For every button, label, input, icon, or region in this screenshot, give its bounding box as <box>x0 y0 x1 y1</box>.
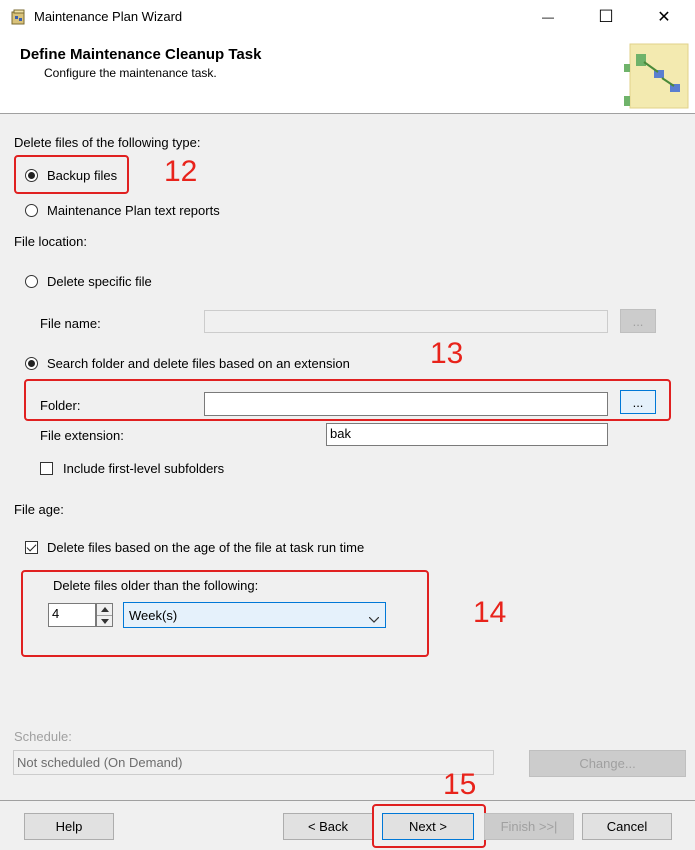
search-folder-label[interactable]: Search folder and delete files based on … <box>47 356 350 371</box>
schedule-value: Not scheduled (On Demand) <box>13 750 494 775</box>
file-name-browse-button[interactable]: ... <box>620 309 656 333</box>
file-name-input[interactable] <box>204 310 608 333</box>
back-button[interactable]: < Back <box>283 813 373 840</box>
file-name-label: File name: <box>40 316 101 331</box>
next-button[interactable]: Next > <box>382 813 474 840</box>
maximize-button[interactable]: ☐ <box>583 0 629 34</box>
file-type-group-label: Delete files of the following type: <box>14 135 201 150</box>
include-subfolders-checkbox[interactable] <box>40 462 53 475</box>
minimize-button[interactable]: — <box>525 0 571 34</box>
annotation-15: 15 <box>443 768 477 801</box>
annotation-14: 14 <box>473 596 507 629</box>
folder-browse-button[interactable]: ... <box>620 390 656 414</box>
annotation-13: 13 <box>430 337 464 370</box>
schedule-label: Schedule: <box>14 729 72 744</box>
annotation-12: 12 <box>164 155 198 188</box>
folder-input[interactable] <box>204 392 608 416</box>
age-unit-dropdown[interactable]: Week(s) <box>123 602 386 628</box>
text-reports-label[interactable]: Maintenance Plan text reports <box>47 203 220 218</box>
file-extension-input[interactable]: bak <box>326 423 608 446</box>
delete-by-age-checkbox[interactable] <box>25 541 38 554</box>
page-title: Define Maintenance Cleanup Task <box>20 46 262 63</box>
folder-label: Folder: <box>40 398 81 413</box>
spin-up-icon[interactable] <box>97 604 112 615</box>
search-folder-radio[interactable] <box>25 357 38 370</box>
help-button[interactable]: Help <box>24 813 114 840</box>
wizard-banner-icon <box>622 40 692 112</box>
minimize-icon: — <box>542 10 554 24</box>
age-unit-value: Week(s) <box>129 608 178 623</box>
delete-by-age-label[interactable]: Delete files based on the age of the fil… <box>47 540 364 555</box>
text-reports-radio[interactable] <box>25 204 38 217</box>
delete-specific-file-radio[interactable] <box>25 275 38 288</box>
maximize-icon: ☐ <box>598 7 614 26</box>
chevron-down-icon <box>368 611 380 626</box>
file-extension-label: File extension: <box>40 428 124 443</box>
spin-down-icon[interactable] <box>97 615 112 627</box>
close-icon: ✕ <box>657 9 671 26</box>
window-title: Maintenance Plan Wizard <box>34 9 183 24</box>
age-count-input[interactable]: 4 <box>48 603 96 627</box>
delete-specific-file-label[interactable]: Delete specific file <box>47 274 152 289</box>
file-location-group-label: File location: <box>14 234 87 249</box>
include-subfolders-label[interactable]: Include first-level subfolders <box>63 461 224 476</box>
backup-files-label[interactable]: Backup files <box>47 168 117 183</box>
change-schedule-button[interactable]: Change... <box>529 750 686 777</box>
footer-divider <box>0 800 695 801</box>
older-than-label: Delete files older than the following: <box>53 578 259 593</box>
backup-files-radio[interactable] <box>25 169 38 182</box>
age-count-spinner[interactable] <box>96 603 113 627</box>
finish-button[interactable]: Finish >>| <box>484 813 574 840</box>
app-icon <box>11 9 27 25</box>
cancel-button[interactable]: Cancel <box>582 813 672 840</box>
close-button[interactable]: ✕ <box>641 0 687 34</box>
file-age-group-label: File age: <box>14 502 64 517</box>
page-subtitle: Configure the maintenance task. <box>44 66 217 80</box>
